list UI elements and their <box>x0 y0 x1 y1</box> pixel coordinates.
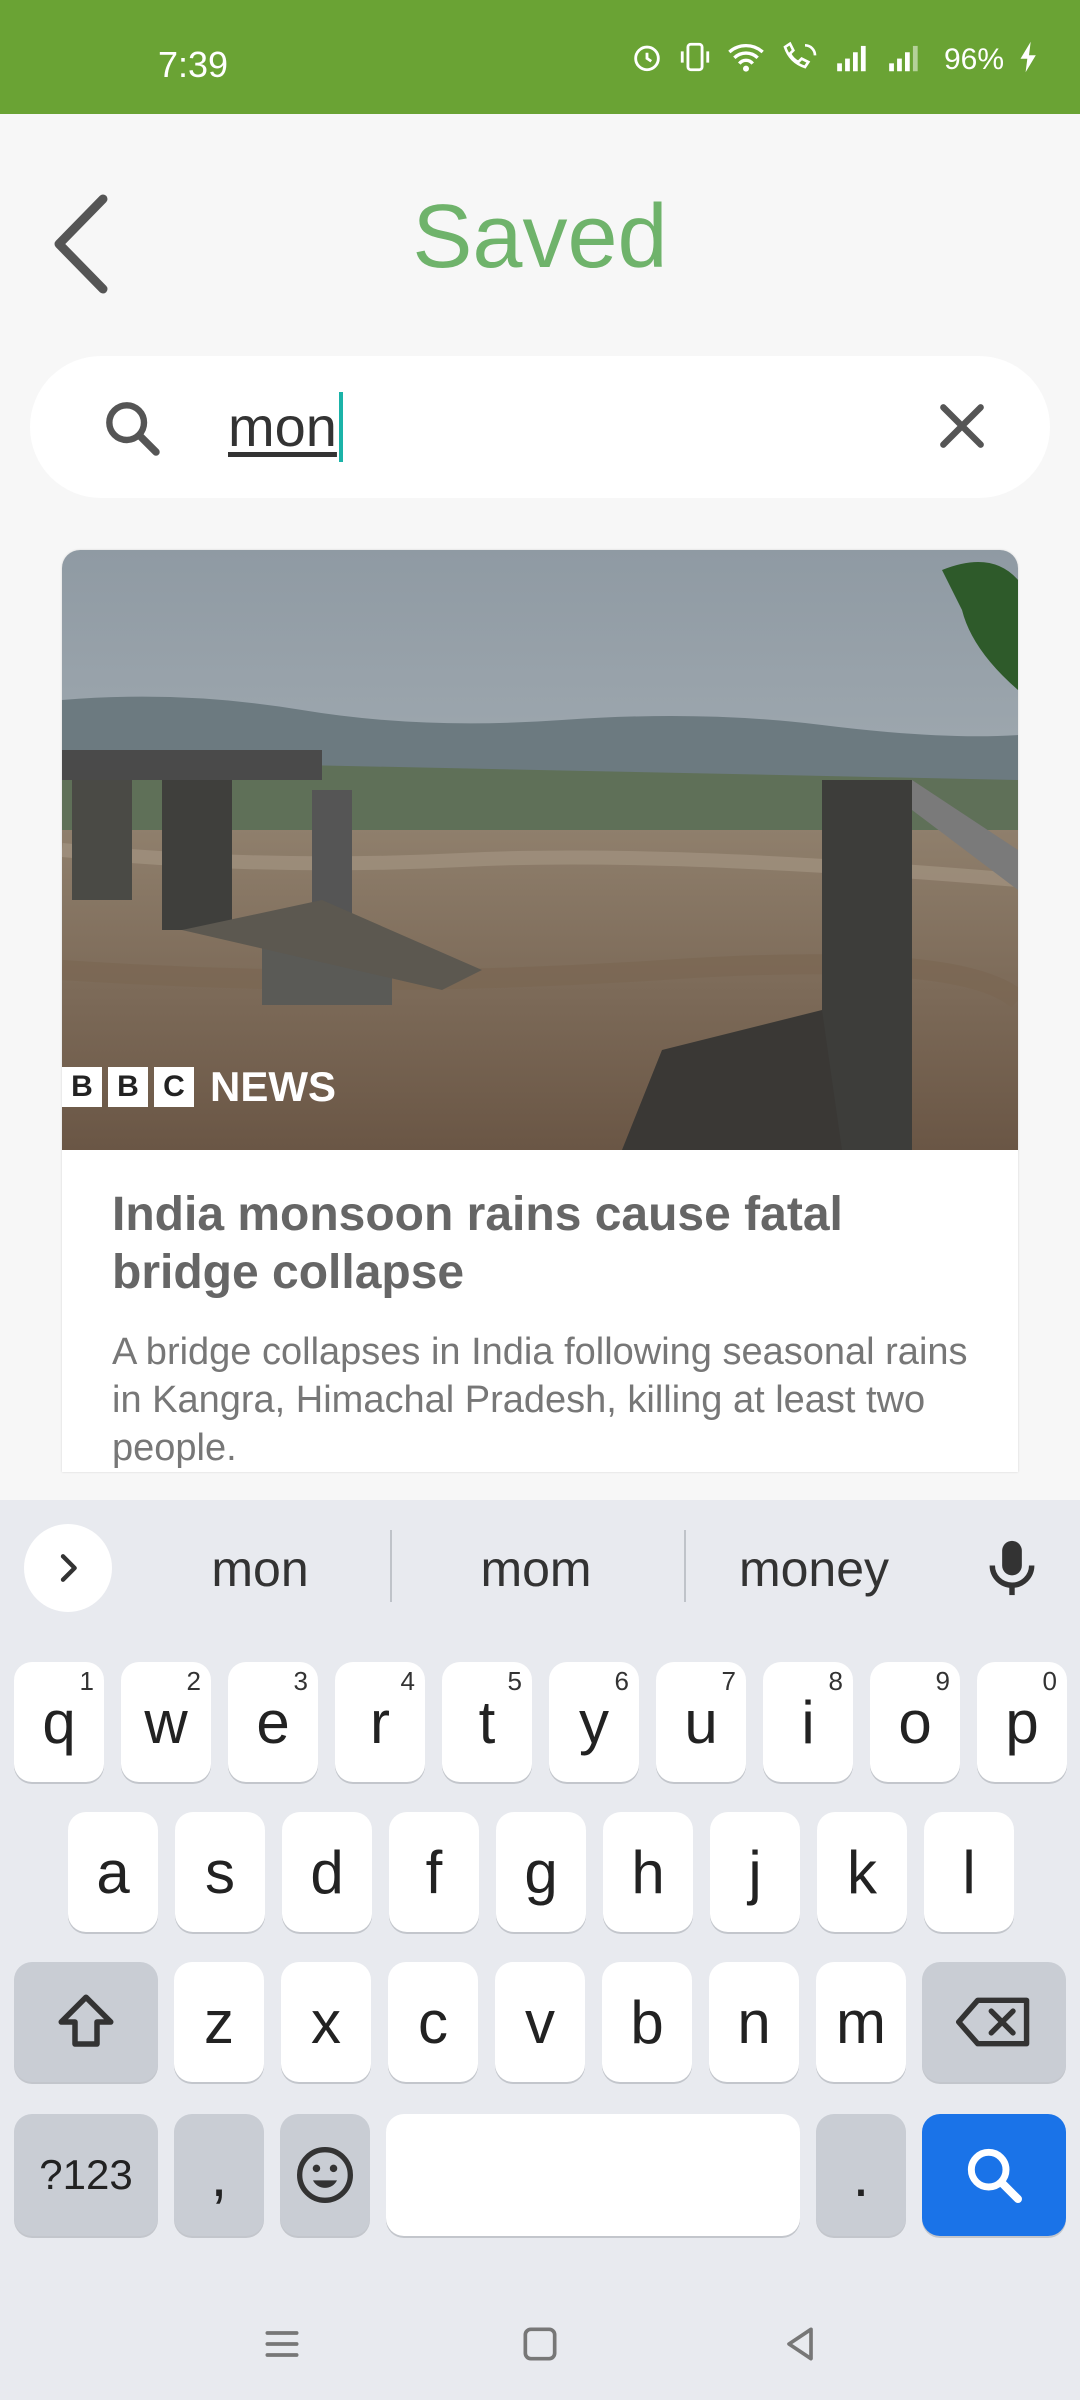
suggestion-2[interactable]: mom <box>426 1540 646 1598</box>
signal-icon <box>834 40 872 79</box>
key-t[interactable]: t5 <box>442 1662 532 1782</box>
key-p[interactable]: p0 <box>977 1662 1067 1782</box>
chevron-right-icon <box>60 1554 77 1582</box>
comma-key[interactable]: , <box>174 2114 264 2236</box>
clear-search-button[interactable] <box>930 394 994 458</box>
key-j[interactable]: j <box>710 1812 800 1932</box>
shift-key[interactable] <box>14 1962 158 2082</box>
key-label: u <box>684 1688 718 1756</box>
search-bar[interactable]: mon <box>30 356 1050 498</box>
key-number-hint: 5 <box>507 1666 522 1696</box>
backspace-icon <box>956 1997 1030 2047</box>
key-number-hint: 0 <box>1042 1666 1057 1696</box>
key-label: q <box>42 1688 76 1756</box>
key-label: r <box>370 1688 390 1756</box>
article-title[interactable]: India monsoon rains cause fatal bridge c… <box>112 1186 982 1302</box>
back-nav-button[interactable] <box>770 2314 830 2374</box>
recents-button[interactable] <box>252 2314 312 2374</box>
key-l[interactable]: l <box>924 1812 1014 1932</box>
key-c[interactable]: c <box>388 1962 478 2082</box>
triangle-back-icon <box>787 2327 813 2361</box>
key-e[interactable]: e3 <box>228 1662 318 1782</box>
key-number-hint: 9 <box>935 1666 950 1696</box>
alarm-icon <box>630 40 664 79</box>
home-button[interactable] <box>510 2314 570 2374</box>
status-bar: 7:39 96% <box>0 0 1080 114</box>
soft-keyboard: mon mom money q1w2e3r4t5y6u7i8o9p0 asdfg… <box>0 1500 1080 2400</box>
home-square-icon <box>523 2327 557 2361</box>
search-icon <box>106 402 160 456</box>
key-label: w <box>144 1688 188 1756</box>
wifi-call-icon <box>780 40 820 79</box>
key-label: e <box>256 1688 290 1756</box>
key-n[interactable]: n <box>709 1962 799 2082</box>
key-d[interactable]: d <box>282 1812 372 1932</box>
search-query-text: mon <box>228 395 337 458</box>
key-k[interactable]: k <box>817 1812 907 1932</box>
system-nav-bar <box>0 2280 1080 2400</box>
bbc-news-logo: B B C NEWS <box>62 1063 336 1111</box>
key-number-hint: 1 <box>79 1666 94 1696</box>
key-number-hint: 8 <box>828 1666 843 1696</box>
key-a[interactable]: a <box>68 1812 158 1932</box>
suggestion-1[interactable]: mon <box>150 1540 370 1598</box>
key-b[interactable]: b <box>602 1962 692 2082</box>
menu-icon <box>265 2331 299 2357</box>
key-y[interactable]: y6 <box>549 1662 639 1782</box>
charging-icon <box>1018 40 1040 79</box>
expand-toolbar-button[interactable] <box>24 1524 112 1612</box>
key-u[interactable]: u7 <box>656 1662 746 1782</box>
key-z[interactable]: z <box>174 1962 264 2082</box>
key-o[interactable]: o9 <box>870 1662 960 1782</box>
key-h[interactable]: h <box>603 1812 693 1932</box>
search-input[interactable]: mon <box>228 390 343 464</box>
key-number-hint: 6 <box>614 1666 629 1696</box>
key-number-hint: 3 <box>293 1666 308 1696</box>
key-q[interactable]: q1 <box>14 1662 104 1782</box>
key-r[interactable]: r4 <box>335 1662 425 1782</box>
key-label: p <box>1005 1688 1039 1756</box>
key-label: i <box>801 1688 815 1756</box>
key-s[interactable]: s <box>175 1812 265 1932</box>
emoji-icon <box>297 2147 353 2203</box>
key-x[interactable]: x <box>281 1962 371 2082</box>
key-number-hint: 4 <box>400 1666 415 1696</box>
status-time: 7:39 <box>158 44 229 85</box>
key-w[interactable]: w2 <box>121 1662 211 1782</box>
status-icons: 96% <box>630 40 1040 79</box>
key-number-hint: 7 <box>721 1666 736 1696</box>
search-action-key[interactable] <box>922 2114 1066 2236</box>
vibrate-icon <box>678 40 712 79</box>
battery-level: 96% <box>943 42 1004 76</box>
key-label: y <box>579 1688 609 1756</box>
article-image: B B C NEWS <box>62 550 1018 1150</box>
key-label: o <box>898 1688 932 1756</box>
key-number-hint: 2 <box>186 1666 201 1696</box>
article-description: A bridge collapses in India following se… <box>112 1331 968 1469</box>
microphone-icon[interactable] <box>982 1536 1042 1600</box>
key-label: t <box>478 1688 496 1756</box>
backspace-key[interactable] <box>922 1962 1066 2082</box>
text-caret <box>338 392 343 462</box>
suggestion-divider <box>684 1530 686 1602</box>
search-icon <box>967 2148 1022 2203</box>
space-key[interactable] <box>386 2114 800 2236</box>
symbols-key[interactable]: ?123 <box>14 2114 158 2236</box>
key-f[interactable]: f <box>389 1812 479 1932</box>
page-title: Saved <box>412 187 668 287</box>
app-header: Saved <box>0 114 1080 354</box>
emoji-key[interactable] <box>280 2114 370 2236</box>
suggestion-divider <box>390 1530 392 1602</box>
shift-icon <box>58 1994 114 2047</box>
wifi-icon <box>726 40 766 79</box>
suggestion-strip: mon mom money <box>0 1500 1080 1640</box>
key-m[interactable]: m <box>816 1962 906 2082</box>
signal-icon <box>886 40 924 79</box>
key-i[interactable]: i8 <box>763 1662 853 1782</box>
article-card[interactable]: B B C NEWS India monsoon rains cause fat… <box>62 550 1018 1472</box>
key-v[interactable]: v <box>495 1962 585 2082</box>
period-key[interactable]: . <box>816 2114 906 2236</box>
suggestion-3[interactable]: money <box>704 1540 924 1598</box>
key-g[interactable]: g <box>496 1812 586 1932</box>
